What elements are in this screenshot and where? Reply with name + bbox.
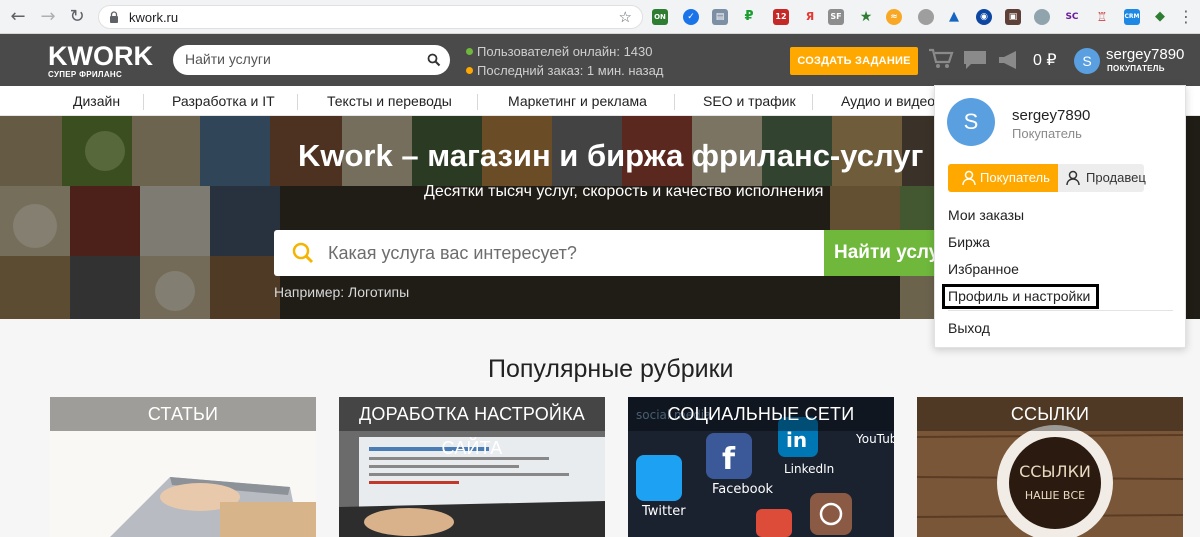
- divider: [812, 94, 813, 110]
- google-icon: [756, 509, 792, 537]
- url-text: kwork.ru: [129, 10, 179, 25]
- more-menu-icon[interactable]: ⋮: [1176, 7, 1196, 27]
- divider: [477, 94, 478, 110]
- globe-extension-icon[interactable]: [1034, 9, 1050, 25]
- menu-item-exchange[interactable]: Биржа: [948, 234, 990, 250]
- avatar[interactable]: S: [947, 98, 995, 146]
- user-dropdown-menu: S sergey7890 Покупатель Покупатель Прода…: [934, 85, 1186, 348]
- svg-text:f: f: [722, 442, 736, 477]
- browser-toolbar: ← → ↻ kwork.ru ☆ ON ✓ ▤ ₽ 12 Я SF ★ ≈ ▲ …: [0, 0, 1200, 34]
- divider: [297, 94, 298, 110]
- hero-search-input[interactable]: [328, 243, 798, 264]
- svg-text:YouTube: YouTube: [855, 432, 894, 446]
- users-online: Пользователей онлайн: 1430: [466, 44, 653, 59]
- pin-extension-icon[interactable]: ♖: [1094, 9, 1110, 25]
- address-bar[interactable]: kwork.ru ☆: [98, 5, 643, 29]
- svg-text:НАШЕ ВСЕ: НАШЕ ВСЕ: [1025, 489, 1085, 502]
- svg-text:in: in: [786, 428, 807, 452]
- grey-circle-extension-icon[interactable]: [918, 9, 934, 25]
- instagram-icon: [810, 493, 852, 535]
- menu-item-logout[interactable]: Выход: [948, 320, 990, 336]
- hero-search[interactable]: [274, 230, 834, 276]
- extension-on-icon[interactable]: ON: [652, 9, 668, 25]
- bookmark-star-icon[interactable]: ☆: [619, 8, 632, 26]
- cart-icon[interactable]: [928, 48, 954, 70]
- search-icon[interactable]: [427, 53, 441, 67]
- crm-extension-icon[interactable]: CRM: [1124, 9, 1140, 25]
- kwork-logo[interactable]: KWORK СУПЕР ФРИЛАНС: [48, 42, 153, 79]
- monitor-extension-icon[interactable]: ▤: [712, 9, 728, 25]
- shield-extension-icon[interactable]: ◆: [1152, 9, 1168, 25]
- dropdown-role: Покупатель: [1012, 126, 1082, 141]
- yellow-extension-icon[interactable]: ≈: [886, 9, 902, 25]
- svg-text:ССЫЛКИ: ССЫЛКИ: [1019, 462, 1091, 481]
- site-header: KWORK СУПЕР ФРИЛАНС Пользователей онлайн…: [0, 34, 1200, 86]
- header-role: ПОКУПАТЕЛЬ: [1107, 64, 1165, 73]
- category-seo[interactable]: SEO и трафик: [703, 93, 796, 109]
- reload-icon[interactable]: ↻: [67, 7, 87, 27]
- category-development[interactable]: Разработка и IT: [172, 93, 275, 109]
- lock-icon: [110, 11, 118, 23]
- menu-item-my-orders[interactable]: Мои заказы: [948, 207, 1024, 223]
- hero-subtitle: Десятки тысяч услуг, скорость и качество…: [424, 183, 824, 200]
- yandex-extension-icon[interactable]: Я: [802, 9, 818, 25]
- sc-extension-icon[interactable]: SC: [1064, 9, 1080, 25]
- online-dot: [466, 48, 473, 55]
- back-icon[interactable]: ←: [8, 7, 28, 27]
- person-icon: [1066, 170, 1080, 186]
- avatar[interactable]: S: [1074, 48, 1100, 74]
- search-example[interactable]: Например: Логотипы: [274, 284, 409, 300]
- hero-title: Kwork – магазин и биржа фриланс-услуг: [298, 138, 924, 173]
- card-links[interactable]: ССЫЛКИ НАШЕ ВСЕ ССЫЛКИ: [917, 397, 1183, 537]
- divider: [143, 94, 144, 110]
- card-social[interactable]: social media Twitter f Facebook in Linke…: [628, 397, 894, 537]
- calendar-extension-icon[interactable]: 12: [773, 9, 789, 25]
- header-username[interactable]: sergey7890: [1106, 46, 1184, 63]
- cube-extension-icon[interactable]: ▣: [1005, 9, 1021, 25]
- category-texts[interactable]: Тексты и переводы: [327, 93, 452, 109]
- messages-icon[interactable]: [963, 50, 987, 70]
- twitter-icon: [636, 455, 682, 501]
- header-search-input[interactable]: [185, 51, 415, 67]
- forward-icon[interactable]: →: [38, 7, 58, 27]
- role-toggle: Покупатель Продавец: [948, 164, 1172, 192]
- category-audio-video[interactable]: Аудио и видео: [841, 93, 935, 109]
- check-extension-icon[interactable]: ✓: [683, 9, 699, 25]
- menu-item-profile-settings[interactable]: Профиль и настройки: [948, 288, 1090, 304]
- green-star-extension-icon[interactable]: ★: [858, 9, 874, 25]
- last-order: Последний заказ: 1 мин. назад: [466, 63, 663, 78]
- triangle-extension-icon[interactable]: ▲: [946, 9, 962, 25]
- seller-tab[interactable]: Продавец: [1058, 164, 1146, 192]
- card-site-setup[interactable]: ДОРАБОТКА НАСТРОЙКА САЙТА: [339, 397, 605, 537]
- divider: [674, 94, 675, 110]
- category-design[interactable]: Дизайн: [73, 93, 120, 109]
- svg-text:Facebook: Facebook: [712, 482, 774, 497]
- order-dot: [466, 67, 473, 74]
- ruble-extension-icon[interactable]: ₽: [741, 9, 757, 25]
- popular-title: Популярные рубрики: [488, 355, 734, 383]
- person-icon: [962, 170, 976, 186]
- divider: [948, 310, 1173, 311]
- category-marketing[interactable]: Маркетинг и реклама: [508, 93, 647, 109]
- svg-text:Twitter: Twitter: [641, 504, 686, 519]
- card-articles[interactable]: СТАТЬИ: [50, 397, 316, 537]
- search-icon: [292, 242, 314, 264]
- notifications-megaphone-icon[interactable]: [997, 50, 1021, 70]
- header-search[interactable]: [173, 45, 450, 75]
- create-task-button[interactable]: СОЗДАТЬ ЗАДАНИЕ: [790, 47, 918, 75]
- dropdown-username[interactable]: sergey7890: [1012, 107, 1090, 124]
- sf-extension-icon[interactable]: SF: [828, 9, 844, 25]
- balance[interactable]: 0 ₽: [1033, 50, 1057, 70]
- dark-circle-extension-icon[interactable]: ◉: [976, 9, 992, 25]
- svg-text:LinkedIn: LinkedIn: [784, 462, 834, 476]
- menu-item-favorites[interactable]: Избранное: [948, 261, 1019, 277]
- buyer-tab[interactable]: Покупатель: [948, 164, 1058, 192]
